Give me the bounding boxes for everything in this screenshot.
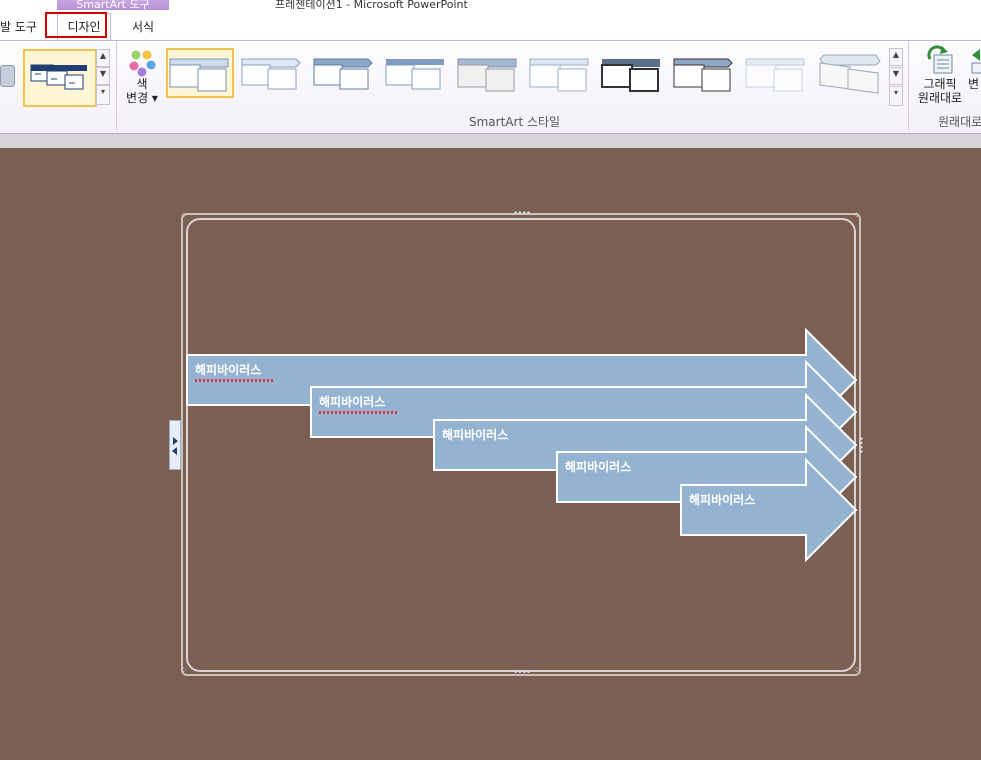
arrow-text[interactable]: 해피바이러스: [319, 393, 385, 410]
spellcheck-underline: [319, 411, 399, 414]
spellcheck-underline: [195, 379, 275, 382]
diagram-canvas: [186, 327, 858, 563]
arrow-text[interactable]: 해피바이러스: [195, 361, 261, 378]
arrow-text[interactable]: 해피바이러스: [689, 491, 755, 508]
arrow-text[interactable]: 해피바이러스: [565, 458, 631, 475]
arrow-text[interactable]: 해피바이러스: [442, 426, 508, 443]
